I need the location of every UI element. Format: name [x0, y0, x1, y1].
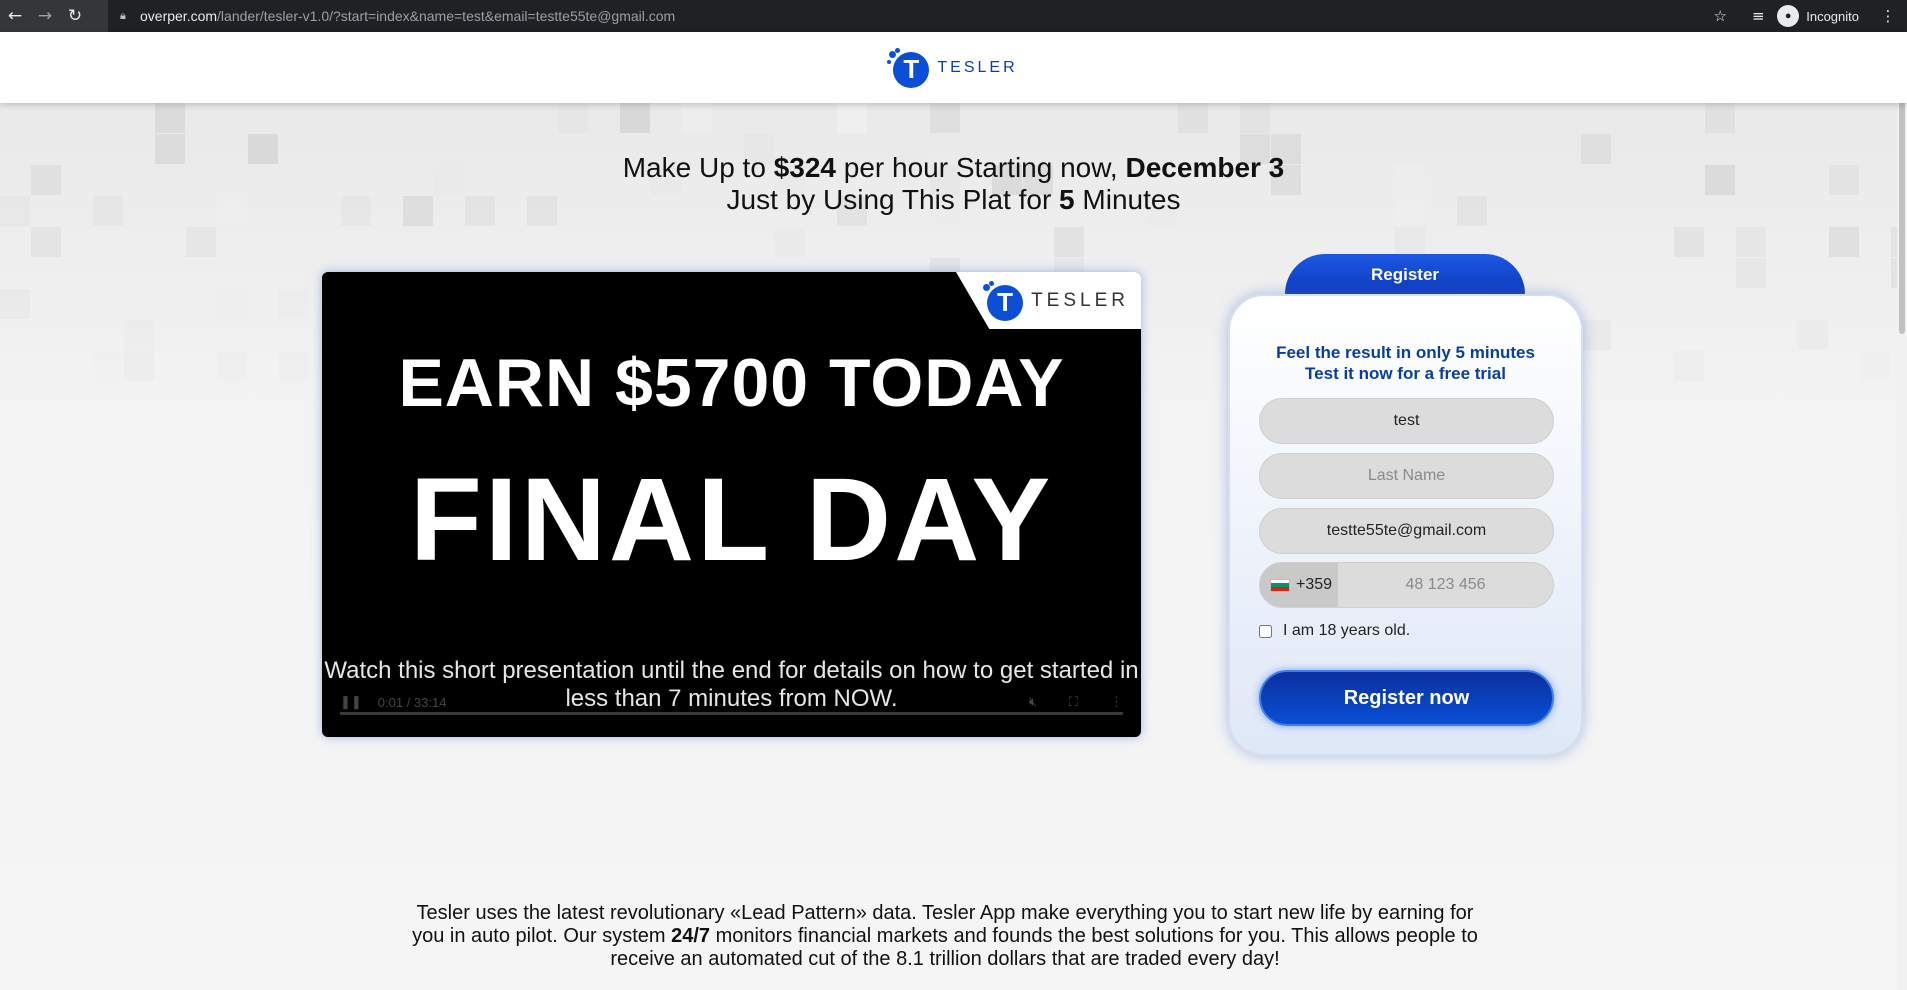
background-tile: [124, 320, 154, 350]
country-code-select[interactable]: +359: [1260, 563, 1338, 607]
background-tile: [1395, 227, 1425, 257]
background-tile: [1674, 351, 1704, 381]
background-tile: [558, 103, 588, 133]
background-tile: [775, 227, 805, 257]
phone-input[interactable]: [1338, 563, 1553, 607]
forward-icon[interactable]: →: [30, 0, 60, 32]
background-tile: [1178, 103, 1208, 133]
background-tile: [682, 103, 712, 133]
background-tile: [1798, 320, 1828, 350]
incognito-icon: ●: [1777, 5, 1800, 27]
background-tile: [186, 227, 216, 257]
browser-toolbar: ← → ↻ 🔒︎ overper.com/lander/tesler-v1.0/…: [0, 0, 1907, 32]
background-tile: [837, 103, 867, 133]
background-tile: [1240, 103, 1270, 133]
age-checkbox[interactable]: [1259, 624, 1272, 638]
incognito-indicator[interactable]: ● Incognito: [1777, 5, 1859, 27]
background-tile: [93, 351, 123, 381]
video-caption: Watch this short presentation until the …: [324, 657, 1139, 712]
logo-icon: T: [983, 280, 1024, 321]
background-tile: [31, 227, 61, 257]
last-name-field[interactable]: [1259, 453, 1554, 499]
reading-list-icon[interactable]: ≡: [1739, 7, 1777, 25]
video-final-day: FINAL DAY: [409, 454, 1054, 586]
bulgaria-flag-icon: [1270, 578, 1290, 592]
description-text: Tesler uses the latest revolutionary «Le…: [412, 902, 1478, 970]
address-bar[interactable]: 🔒︎ overper.com/lander/tesler-v1.0/?start…: [108, 0, 1907, 32]
background-tile: [0, 289, 30, 319]
menu-icon[interactable]: ⋮: [1869, 7, 1907, 25]
back-icon[interactable]: ←: [0, 0, 30, 32]
form-title: Feel the result in only 5 minutes Test i…: [1276, 343, 1535, 383]
background-tile: [279, 289, 309, 319]
site-logo[interactable]: T TESLER: [887, 47, 1018, 88]
register-form: Feel the result in only 5 minutes Test i…: [1228, 294, 1583, 756]
background-tile: [217, 289, 247, 319]
age-confirmation[interactable]: I am 18 years old.: [1259, 622, 1410, 640]
background-tile: [1054, 227, 1084, 257]
video-headline: EARN $5700 TODAY: [398, 345, 1065, 421]
background-tile: [620, 103, 650, 133]
background-tile: [1581, 320, 1611, 350]
email-field[interactable]: [1259, 508, 1554, 554]
star-icon[interactable]: ☆: [1701, 7, 1739, 25]
site-header: T TESLER: [0, 32, 1907, 103]
video-player[interactable]: T TESLER EARN $5700 TODAY FINAL DAY ❚❚ 0…: [322, 272, 1141, 737]
background-tile: [1705, 103, 1735, 133]
reload-icon[interactable]: ↻: [60, 0, 90, 32]
background-tile: [155, 103, 185, 133]
background-tile: [1736, 227, 1766, 257]
background-tile: [930, 103, 960, 133]
background-tile: [1829, 227, 1859, 257]
background-tile: [124, 351, 154, 381]
phone-field: +359: [1259, 562, 1554, 608]
first-name-field[interactable]: [1259, 398, 1554, 444]
register-now-button[interactable]: Register now: [1259, 670, 1554, 726]
headline: Make Up to $324 per hour Starting now, D…: [622, 152, 1285, 215]
page-scrollbar[interactable]: [1897, 32, 1907, 990]
background-tile: [1736, 258, 1766, 288]
background-tile: [279, 351, 309, 381]
url-text[interactable]: overper.com/lander/tesler-v1.0/?start=in…: [140, 8, 675, 24]
lock-icon: 🔒︎: [120, 9, 126, 22]
background-tile: [217, 351, 247, 381]
logo-text: TESLER: [937, 58, 1018, 76]
background-tile: [1674, 227, 1704, 257]
logo-icon: T: [887, 47, 930, 88]
video-logo: T TESLER: [956, 272, 1141, 329]
background-tile: [1860, 351, 1890, 381]
